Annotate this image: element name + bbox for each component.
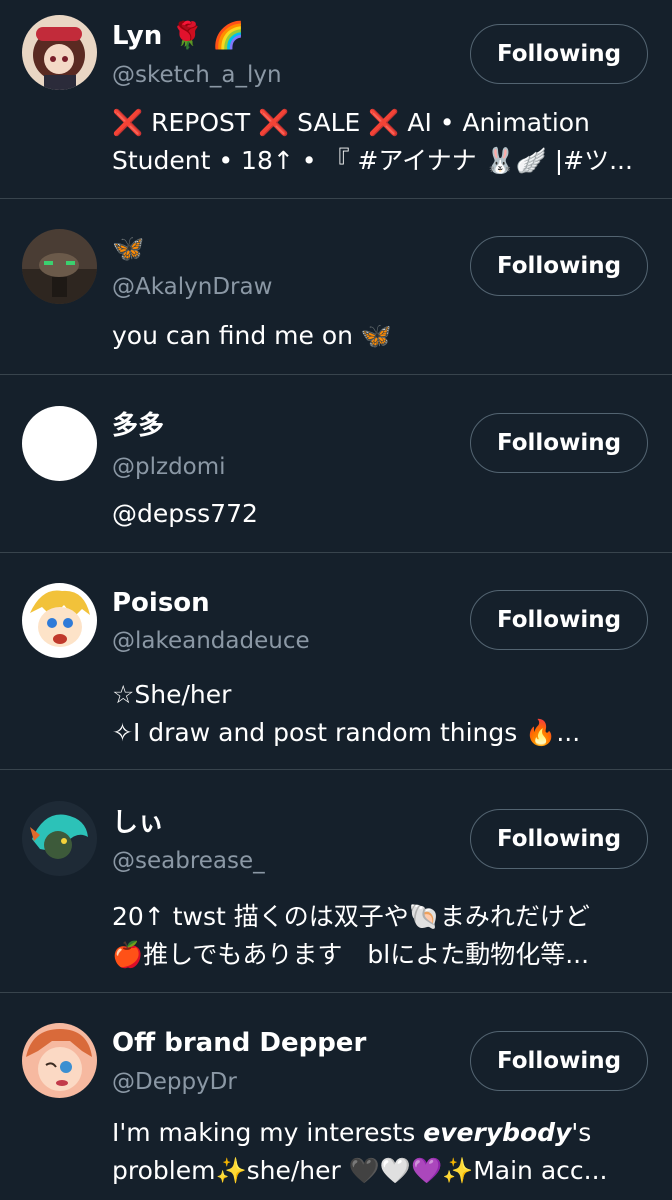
avatar-sketch-a-lyn[interactable] [22,15,97,90]
user-handle[interactable]: @sketch_a_lyn [112,60,282,90]
user-bio: ☆She/her ✧I draw and post random things … [112,676,642,752]
user-row-deppydr[interactable]: Off brand Depper @DeppyDr Following I'm … [0,993,672,1200]
bio-text: I'm making my interests [112,1118,424,1147]
user-row-seabrease[interactable]: しぃ @seabrease_ Following 20↑ twst 描くのは双子… [0,770,672,993]
following-button[interactable]: Following [470,590,648,650]
user-row-akalyndraw[interactable]: 🦋 @AkalynDraw Following you can find me … [0,199,672,375]
avatar-image [22,1023,97,1098]
bio-line: 🍎推しでもあります blによた動物化等... [112,940,590,969]
bio-line: Student • 18↑ • 『 #アイナナ 🐰🪽 |#ツ... [112,146,633,175]
bio-line: 20↑ twst 描くのは双子や🐚まみれだけど [112,902,590,931]
display-name[interactable]: 多多 [112,410,164,442]
following-button[interactable]: Following [470,236,648,296]
avatar-akalyndraw[interactable] [22,229,97,304]
name-emoji: 🌹 🌈 [171,21,245,51]
display-name-text: 多多 [112,411,165,441]
display-name-text: Off brand Depper [112,1028,367,1058]
bio-line: I'm making my interests everybody's [112,1114,642,1152]
display-name[interactable]: Poison [112,587,210,619]
name-emoji: 🦋 [112,234,145,264]
avatar-image [22,15,97,90]
user-bio: you can find me on 🦋 [112,317,642,355]
bio-text: 's [571,1118,592,1147]
user-row-lakeandadeuce[interactable]: Poison @lakeandadeuce Following ☆She/her… [0,553,672,770]
following-button[interactable]: Following [470,413,648,473]
user-row-plzdomi[interactable]: 多多 @plzdomi Following @depss772 [0,375,672,553]
display-name[interactable]: 🦋 [112,233,144,265]
user-bio: 20↑ twst 描くのは双子や🐚まみれだけど 🍎推しでもあります blによた動… [112,898,642,974]
user-handle[interactable]: @lakeandadeuce [112,626,310,656]
avatar-lakeandadeuce[interactable] [22,583,97,658]
display-name-text: Lyn [112,21,163,51]
user-handle[interactable]: @seabrease_ [112,846,265,876]
user-bio: I'm making my interests everybody's prob… [112,1114,642,1190]
user-bio: @depss772 [112,495,642,533]
bio-line: problem✨she/her 🖤🤍💜✨Main acc... [112,1156,608,1185]
following-button[interactable]: Following [470,1031,648,1091]
bio-emphasis: everybody [423,1118,572,1147]
avatar-image [22,229,97,304]
user-handle[interactable]: @plzdomi [112,452,226,482]
user-handle[interactable]: @DeppyDr [112,1067,237,1097]
display-name[interactable]: Off brand Depper [112,1027,366,1059]
display-name-text: しぃ [112,808,165,838]
display-name[interactable]: Lyn 🌹 🌈 [112,20,244,52]
following-list: Lyn 🌹 🌈 @sketch_a_lyn Following ❌ REPOST… [0,0,672,1200]
following-button[interactable]: Following [470,24,648,84]
bio-line: ❌ REPOST ❌ SALE ❌ AI • Animation [112,108,590,137]
user-row-sketch-a-lyn[interactable]: Lyn 🌹 🌈 @sketch_a_lyn Following ❌ REPOST… [0,0,672,199]
bio-line: ☆She/her [112,680,232,709]
display-name-text: Poison [112,588,210,618]
user-handle[interactable]: @AkalynDraw [112,272,272,302]
bio-line: ✧I draw and post random things 🔥... [112,718,581,747]
display-name[interactable]: しぃ [112,807,164,839]
avatar-deppydr[interactable] [22,1023,97,1098]
user-bio: ❌ REPOST ❌ SALE ❌ AI • Animation Student… [112,104,642,180]
avatar-image [22,583,97,658]
avatar-plzdomi[interactable] [22,406,97,481]
bio-line: you can find me on 🦋 [112,321,393,350]
avatar-image [22,801,97,876]
avatar-image [22,406,97,481]
following-button[interactable]: Following [470,809,648,869]
avatar-seabrease[interactable] [22,801,97,876]
bio-line: @depss772 [112,499,258,528]
